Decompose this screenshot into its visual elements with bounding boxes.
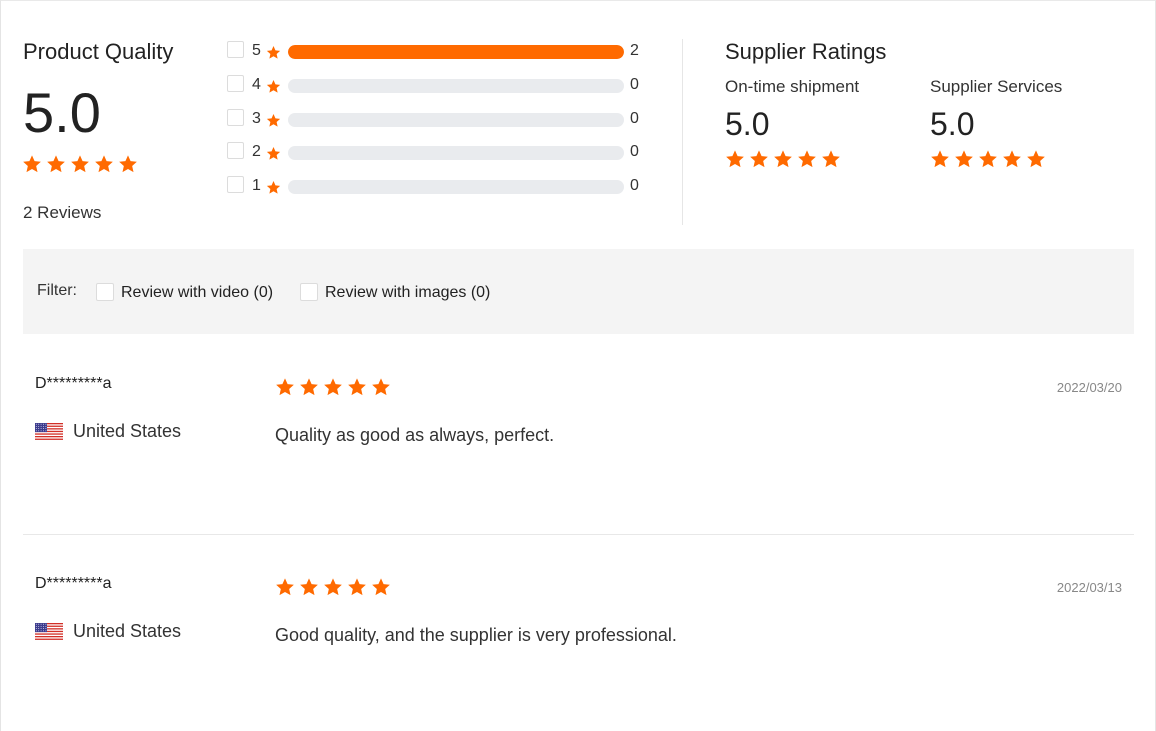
star-icon bbox=[978, 149, 998, 169]
rating-4-bar bbox=[288, 79, 624, 93]
filter-bar: Filter: Review with video (0) Review wit… bbox=[23, 249, 1134, 334]
star-icon bbox=[94, 154, 114, 174]
rating-2-bar bbox=[288, 146, 624, 160]
review-comment: Good quality, and the supplier is very p… bbox=[275, 625, 677, 645]
rating-4-checkbox[interactable] bbox=[227, 75, 244, 92]
on-time-shipment-label: On-time shipment bbox=[725, 77, 860, 96]
rating-5-label: 5 bbox=[252, 42, 261, 59]
review-date: 2022/03/13 bbox=[1056, 580, 1122, 595]
vertical-divider bbox=[682, 39, 683, 225]
rating-3-checkbox[interactable] bbox=[227, 109, 244, 126]
product-quality-title: Product Quality bbox=[23, 39, 174, 64]
star-icon bbox=[275, 577, 295, 597]
star-icon bbox=[266, 146, 281, 161]
star-icon bbox=[371, 377, 391, 397]
supplier-services-rating: Supplier Services 5.0 bbox=[930, 77, 1062, 169]
rating-3-bar bbox=[288, 113, 624, 127]
star-icon bbox=[46, 154, 66, 174]
product-quality-stars bbox=[22, 154, 142, 174]
on-time-shipment-score: 5.0 bbox=[725, 106, 770, 142]
star-icon bbox=[347, 577, 367, 597]
rating-row-4[interactable]: 4 0 bbox=[227, 75, 647, 95]
rating-4-count: 0 bbox=[630, 76, 639, 93]
filter-video-label[interactable]: Review with video (0) bbox=[121, 284, 273, 302]
star-icon bbox=[118, 154, 138, 174]
on-time-shipment-rating: On-time shipment 5.0 bbox=[725, 77, 859, 169]
supplier-ratings-title: Supplier Ratings bbox=[725, 39, 887, 64]
star-icon bbox=[266, 79, 281, 94]
rating-5-checkbox[interactable] bbox=[227, 41, 244, 58]
star-icon bbox=[323, 577, 343, 597]
star-icon bbox=[266, 45, 281, 60]
rating-row-1[interactable]: 1 0 bbox=[227, 176, 647, 196]
reviewer-name: D*********a bbox=[35, 575, 112, 592]
review-stars bbox=[275, 377, 395, 397]
supplier-services-label: Supplier Services bbox=[930, 77, 1063, 96]
review-item: D*********a United States 2022/03/20 Qua… bbox=[23, 335, 1134, 535]
rating-2-checkbox[interactable] bbox=[227, 142, 244, 159]
star-icon bbox=[299, 577, 319, 597]
star-icon bbox=[347, 377, 367, 397]
star-icon bbox=[22, 154, 42, 174]
filter-video-checkbox[interactable] bbox=[96, 283, 114, 301]
star-icon bbox=[797, 149, 817, 169]
rating-row-2[interactable]: 2 0 bbox=[227, 142, 647, 162]
rating-row-3[interactable]: 3 0 bbox=[227, 109, 647, 129]
review-item: D*********a United States 2022/03/13 Goo… bbox=[23, 535, 1134, 731]
star-icon bbox=[725, 149, 745, 169]
filter-label: Filter: bbox=[37, 282, 77, 299]
star-icon bbox=[773, 149, 793, 169]
reviewer-country-label: United States bbox=[73, 621, 182, 641]
rating-1-count: 0 bbox=[630, 177, 639, 194]
supplier-services-stars bbox=[930, 149, 1062, 169]
star-icon bbox=[1026, 149, 1046, 169]
filter-images-checkbox[interactable] bbox=[300, 283, 318, 301]
rating-1-bar bbox=[288, 180, 624, 194]
filter-images-label[interactable]: Review with images (0) bbox=[325, 284, 490, 302]
us-flag-icon bbox=[35, 623, 63, 641]
reviews-panel: Product Quality 5.0 2 Reviews 5 2 4 0 3 … bbox=[0, 0, 1156, 731]
star-icon bbox=[930, 149, 950, 169]
star-icon bbox=[323, 377, 343, 397]
reviewer-country-label: United States bbox=[73, 421, 182, 441]
rating-4-label: 4 bbox=[252, 76, 261, 93]
reviews-count: 2 Reviews bbox=[23, 203, 102, 222]
rating-1-checkbox[interactable] bbox=[227, 176, 244, 193]
reviewer-name: D*********a bbox=[35, 375, 112, 392]
star-icon bbox=[821, 149, 841, 169]
rating-3-count: 0 bbox=[630, 110, 639, 127]
rating-5-bar-fill bbox=[288, 45, 624, 59]
star-icon bbox=[371, 577, 391, 597]
star-icon bbox=[299, 377, 319, 397]
rating-2-count: 0 bbox=[630, 143, 639, 160]
rating-row-5[interactable]: 5 2 bbox=[227, 41, 647, 61]
us-flag-icon bbox=[35, 423, 63, 441]
supplier-services-score: 5.0 bbox=[930, 106, 975, 142]
rating-5-bar bbox=[288, 45, 624, 59]
star-icon bbox=[954, 149, 974, 169]
rating-5-count: 2 bbox=[630, 42, 639, 59]
star-icon bbox=[266, 113, 281, 128]
product-quality-score: 5.0 bbox=[23, 81, 101, 144]
star-icon bbox=[749, 149, 769, 169]
rating-3-label: 3 bbox=[252, 110, 261, 127]
rating-2-label: 2 bbox=[252, 143, 261, 160]
review-comment: Quality as good as always, perfect. bbox=[275, 425, 555, 445]
star-icon bbox=[266, 180, 281, 195]
review-date: 2022/03/20 bbox=[1056, 380, 1122, 395]
star-icon bbox=[275, 377, 295, 397]
star-icon bbox=[1002, 149, 1022, 169]
review-stars bbox=[275, 577, 395, 597]
rating-1-label: 1 bbox=[252, 177, 261, 194]
star-icon bbox=[70, 154, 90, 174]
on-time-shipment-stars bbox=[725, 149, 859, 169]
